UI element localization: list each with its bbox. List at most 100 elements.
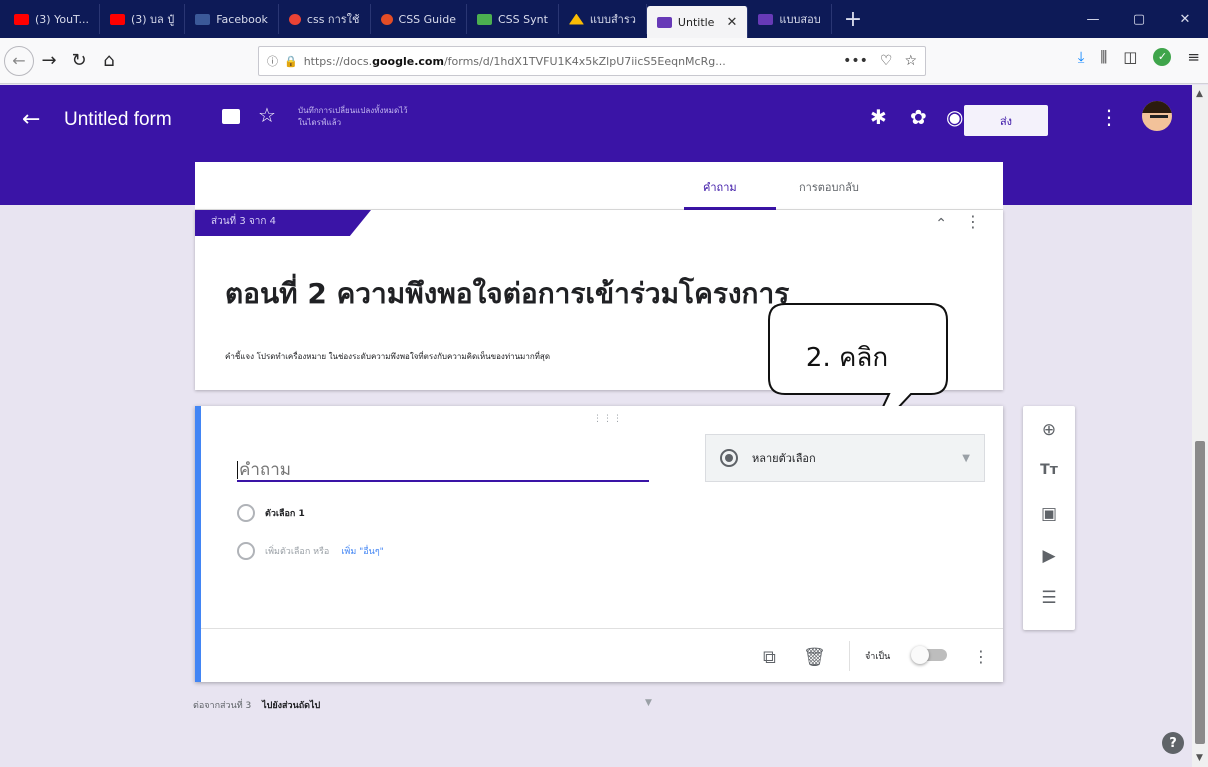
tab-questions[interactable]: คำถาม [703,178,737,196]
dropdown-arrow-icon: ▼ [962,452,970,464]
facebook-icon [195,13,211,25]
question-type-dropdown[interactable]: หลายตัวเลือก ▼ [705,434,985,482]
download-icon[interactable]: ⤓ [1078,48,1085,66]
info-icon[interactable]: ⓘ [267,53,278,69]
add-other-link[interactable]: เพิ่ม "อื่นๆ" [341,544,383,558]
youtube-icon [14,13,29,25]
bookmark-star-icon[interactable]: ☆ [904,53,917,69]
youtube-icon [109,13,125,25]
close-tab-icon[interactable]: ✕ [726,15,737,30]
browser-tab-active[interactable]: Untitle ✕ [646,6,749,38]
browser-tab[interactable]: (3) บล ปู๋ [100,4,186,34]
drive-icon [568,13,584,25]
after-section-target[interactable]: ไปยังส่วนถัดไป [262,701,320,711]
back-icon[interactable]: ← [4,45,34,76]
question-input[interactable]: คำถาม [237,452,649,482]
add-image-icon[interactable]: ▣ [1023,504,1075,524]
url-bar[interactable]: ⓘ 🔒 https://docs.google.com/forms/d/1hdX… [258,46,926,76]
menu-icon[interactable]: ≡ [1187,48,1200,66]
maximize-icon[interactable]: ▢ [1116,0,1162,38]
callout-text: 2. คลิก [805,343,889,373]
reload-icon[interactable]: ↻ [64,46,94,76]
required-toggle[interactable] [911,646,949,664]
minimize-icon[interactable]: — [1070,0,1116,38]
section-more-icon[interactable]: ⋮ [965,212,981,231]
star-icon[interactable]: ☆ [258,103,276,127]
browser-nav-bar: ← → ↻ ⌂ ⓘ 🔒 https://docs.google.com/form… [0,38,1208,84]
browser-tab-bar: (3) YouT... (3) บล ปู๋ Facebook css การใ… [0,0,1208,38]
google-icon [288,13,301,25]
help-icon[interactable]: ? [1162,732,1184,754]
after-section-arrow-icon[interactable]: ▼ [645,698,652,708]
site-icon [380,13,393,25]
site-icon [476,13,492,25]
browser-tab[interactable]: แบบสอบ [748,4,832,34]
avatar[interactable] [1140,99,1174,133]
send-button[interactable]: ส่ง [964,105,1048,136]
radio-button-icon [720,449,738,467]
forms-icon [656,16,672,28]
url-text: https://docs.google.com/forms/d/1hdX1TVF… [303,54,726,68]
browser-tab[interactable]: CSS Synt [467,4,559,34]
drag-handle-icon[interactable]: ⋮⋮⋮ [593,414,623,424]
callout-annotation: 2. คลิก [767,303,949,406]
tab-responses[interactable]: การตอบกลับ [799,178,859,196]
scrollbar-thumb[interactable] [1195,441,1205,744]
question-more-icon[interactable]: ⋮ [973,647,989,666]
more-options-icon[interactable]: ⋮ [1099,105,1119,129]
scroll-up-icon[interactable]: ▲ [1196,89,1203,99]
addon-puzzle-icon[interactable]: ✱ [870,105,887,129]
sidebar-icon[interactable]: ◫ [1123,48,1137,66]
after-section-label: ต่อจากส่วนที่ 3 [193,701,252,711]
browser-tab[interactable]: (3) YouT... [4,4,100,34]
scroll-down-icon[interactable]: ▼ [1196,753,1203,763]
after-section-nav[interactable]: ต่อจากส่วนที่ 3 ไปยังส่วนถัดไป ▼ [193,698,652,712]
browser-toolbar: ⤓ ⫼ ◫ ✓ ≡ [1078,48,1200,66]
section-description[interactable]: คำชี้แจง โปรดทำเครื่องหมาย ในช่องระดับคว… [225,350,550,363]
browser-tab[interactable]: แบบสำรว [559,4,647,34]
question-toolbar: ⊕ Tт ▣ ▶ ☰ [1023,406,1075,630]
question-type-label: หลายตัวเลือก [752,452,816,465]
toggle-knob [911,646,929,664]
page-actions-icon[interactable]: ••• [843,53,868,69]
new-tab-icon[interactable]: + [832,7,874,32]
form-title[interactable]: Untitled form [64,109,172,131]
option-label[interactable]: ตัวเลือก 1 [265,506,305,520]
text-caret [237,461,238,479]
add-option-row[interactable]: เพิ่มตัวเลือก หรือ เพิ่ม "อื่นๆ" [237,540,384,562]
save-status: บันทึกการเปลี่ยนแปลงทั้งหมดไว้ในไดรฟ์แล้… [298,106,408,127]
home-icon[interactable]: ⌂ [94,46,124,76]
required-label: จำเป็น [865,652,891,662]
question-footer: ⧉ 🗑 จำเป็น ⋮ [201,628,1003,682]
forward-icon[interactable]: → [34,46,64,76]
close-window-icon[interactable]: ✕ [1162,0,1208,38]
back-arrow-icon[interactable]: ← [22,107,40,132]
lock-icon: 🔒 [284,54,298,68]
browser-tab[interactable]: CSS Guide [371,4,467,34]
duplicate-icon[interactable]: ⧉ [763,647,776,668]
preview-eye-icon[interactable]: ◉ [946,105,963,129]
add-video-icon[interactable]: ▶ [1023,546,1075,566]
form-tabs: คำถาม การตอบกลับ [195,162,1003,210]
pocket-icon[interactable]: ♡ [880,53,893,69]
section-badge: ส่วนที่ 3 จาก 4 [195,210,371,236]
add-question-icon[interactable]: ⊕ [1023,420,1075,440]
library-icon[interactable]: ⫼ [1100,48,1107,66]
avatar-glasses [1150,115,1168,120]
add-title-icon[interactable]: Tт [1023,462,1075,478]
folder-icon[interactable] [222,109,240,124]
window-controls: — ▢ ✕ [1070,0,1208,38]
palette-icon[interactable]: ✿ [910,105,927,129]
browser-tab[interactable]: css การใช้ [279,4,371,34]
delete-trash-icon[interactable]: 🗑 [803,647,826,668]
collapse-icon[interactable]: ⌃ [935,216,947,232]
section-title[interactable]: ตอนที่ 2 ความพึงพอใจต่อการเข้าร่วมโครงกา… [225,272,789,316]
option-row[interactable]: ตัวเลือก 1 [237,502,305,524]
page-scrollbar[interactable]: ▲ ▼ [1192,85,1208,767]
question-card[interactable]: ⋮⋮⋮ คำถาม หลายตัวเลือก ▼ ตัวเลือก 1 เพิ่… [195,406,1003,682]
extension-check-icon[interactable]: ✓ [1153,48,1172,66]
add-option-link[interactable]: เพิ่มตัวเลือก หรือ [265,544,329,558]
browser-tab[interactable]: Facebook [185,4,279,34]
add-section-icon[interactable]: ☰ [1023,588,1075,608]
footer-divider [849,641,850,671]
